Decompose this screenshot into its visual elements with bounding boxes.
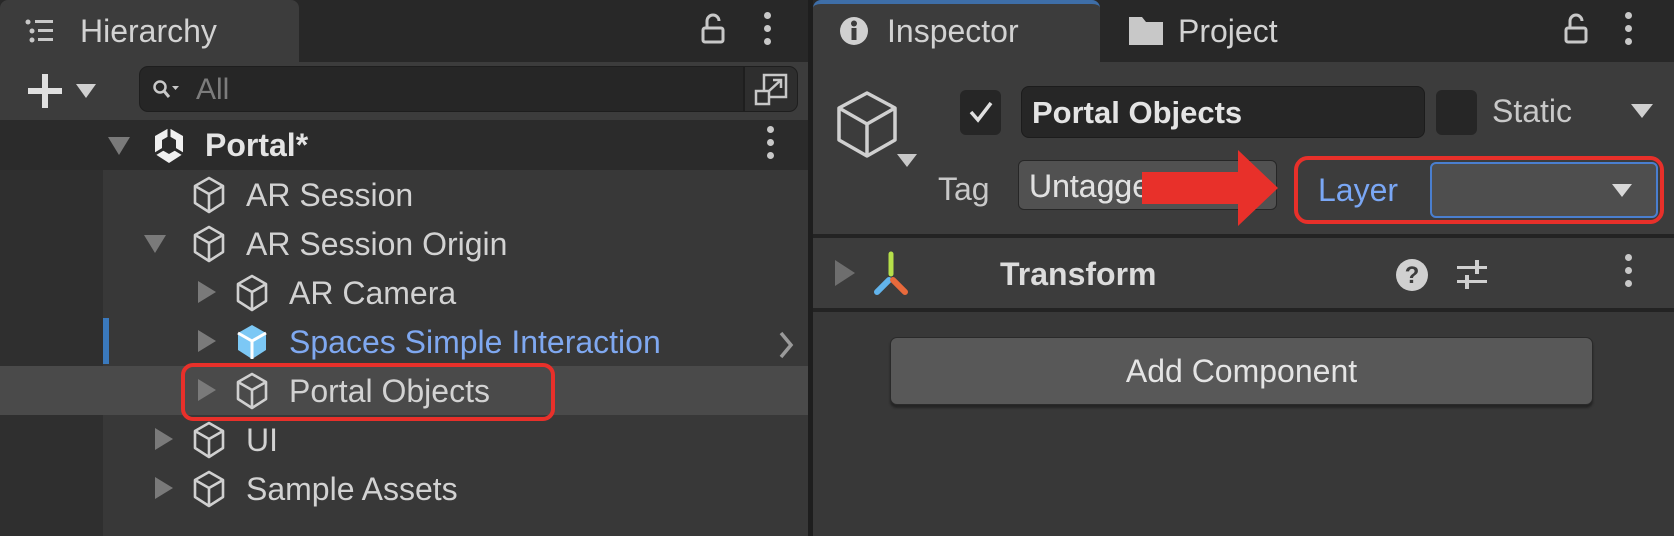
scene-row[interactable]: Portal* bbox=[0, 120, 808, 170]
hierarchy-item[interactable]: AR Session Origin bbox=[0, 219, 808, 268]
hierarchy-panel: Hierarchy All Portal* AR Session AR Sessi… bbox=[0, 0, 808, 536]
folder-icon bbox=[1129, 17, 1163, 45]
inspector-tab-label: Inspector bbox=[887, 13, 1019, 49]
hierarchy-toolbar: All bbox=[0, 62, 808, 120]
add-component-label: Add Component bbox=[1125, 353, 1358, 389]
list-icon bbox=[25, 19, 53, 43]
unity-scene-icon bbox=[154, 128, 184, 163]
hierarchy-item-label: Spaces Simple Interaction bbox=[289, 324, 661, 360]
expand-arrow-icon[interactable] bbox=[198, 281, 216, 303]
layer-label: Layer bbox=[1318, 172, 1399, 208]
static-label: Static bbox=[1492, 93, 1573, 129]
hierarchy-item-label: UI bbox=[246, 422, 278, 458]
hierarchy-item-label: AR Session bbox=[246, 177, 414, 213]
gameobject-icon bbox=[193, 421, 225, 459]
checkmark-icon bbox=[969, 101, 993, 123]
hierarchy-item-label: AR Session Origin bbox=[246, 226, 508, 262]
gameobject-icon bbox=[193, 470, 225, 508]
icon-dropdown-icon[interactable] bbox=[897, 154, 917, 167]
help-icon[interactable]: ? bbox=[1395, 258, 1429, 292]
expand-arrow-icon[interactable] bbox=[198, 330, 216, 352]
hierarchy-item[interactable]: Sample Assets bbox=[0, 464, 808, 513]
chevron-right-icon[interactable] bbox=[776, 330, 796, 360]
plus-icon[interactable] bbox=[26, 72, 64, 110]
static-checkbox[interactable] bbox=[1436, 90, 1477, 135]
project-tab-label: Project bbox=[1178, 13, 1278, 49]
presets-icon[interactable] bbox=[1455, 258, 1489, 292]
hierarchy-item-label: AR Camera bbox=[289, 275, 457, 311]
transform-icon bbox=[874, 251, 908, 295]
scene-visibility-button[interactable] bbox=[744, 66, 798, 112]
open-window-icon bbox=[754, 73, 788, 106]
lock-icon[interactable] bbox=[1563, 13, 1589, 45]
hierarchy-item[interactable]: AR Camera bbox=[0, 268, 808, 317]
highlight-outline bbox=[181, 363, 555, 421]
tab-project[interactable]: Project bbox=[1100, 0, 1360, 62]
tag-visible-text: Untagg bbox=[1029, 168, 1133, 204]
expand-arrow-icon[interactable] bbox=[155, 477, 173, 499]
transform-component-header[interactable]: Transform ? bbox=[813, 238, 1674, 312]
scene-label: Portal* bbox=[205, 127, 309, 163]
expand-arrow-icon[interactable] bbox=[155, 428, 173, 450]
scene-options-icon[interactable] bbox=[767, 126, 775, 165]
svg-text:?: ? bbox=[1405, 262, 1420, 289]
red-arrow-annotation bbox=[1142, 150, 1278, 226]
search-input[interactable]: All bbox=[139, 66, 744, 112]
hierarchy-item-label: Sample Assets bbox=[246, 471, 458, 507]
static-dropdown-icon[interactable] bbox=[1631, 104, 1653, 118]
hierarchy-item[interactable]: UI bbox=[0, 415, 808, 464]
expand-arrow-icon[interactable] bbox=[108, 137, 130, 155]
tag-label: Tag bbox=[938, 171, 990, 207]
gameobject-cube-icon[interactable] bbox=[835, 90, 899, 160]
expand-arrow-icon[interactable] bbox=[835, 260, 855, 286]
prefab-icon bbox=[237, 325, 267, 359]
gameobject-icon bbox=[236, 274, 268, 312]
info-icon bbox=[840, 17, 868, 45]
gameobject-icon bbox=[193, 225, 225, 263]
more-options-icon[interactable] bbox=[764, 12, 772, 51]
add-dropdown-icon[interactable] bbox=[76, 84, 96, 98]
lock-icon[interactable] bbox=[700, 13, 726, 45]
expand-arrow-icon[interactable] bbox=[144, 235, 166, 253]
layer-dropdown[interactable] bbox=[1430, 162, 1658, 218]
gameobject-icon bbox=[193, 176, 225, 214]
add-component-button[interactable]: Add Component bbox=[890, 337, 1593, 405]
more-options-icon[interactable] bbox=[1625, 12, 1633, 51]
search-icon bbox=[153, 80, 179, 98]
active-checkbox[interactable] bbox=[960, 90, 1001, 135]
object-name-value: Portal Objects bbox=[1032, 95, 1243, 130]
hierarchy-item[interactable]: AR Session bbox=[0, 170, 808, 219]
tab-inspector[interactable]: Inspector bbox=[813, 0, 1100, 62]
component-options-icon[interactable] bbox=[1625, 254, 1633, 293]
search-placeholder: All bbox=[196, 73, 230, 106]
inspector-panel: Inspector Project Portal Objects Static … bbox=[813, 0, 1674, 536]
component-title: Transform bbox=[1000, 256, 1157, 292]
override-indicator bbox=[103, 318, 109, 364]
tab-hierarchy[interactable]: Hierarchy bbox=[0, 0, 299, 62]
chevron-down-icon bbox=[1612, 184, 1632, 197]
object-header: Portal Objects Static Tag Untagged Untag… bbox=[813, 62, 1674, 238]
hierarchy-item[interactable]: Spaces Simple Interaction bbox=[0, 317, 808, 366]
hierarchy-tab-label: Hierarchy bbox=[80, 13, 217, 49]
object-name-input[interactable]: Portal Objects bbox=[1021, 86, 1425, 138]
